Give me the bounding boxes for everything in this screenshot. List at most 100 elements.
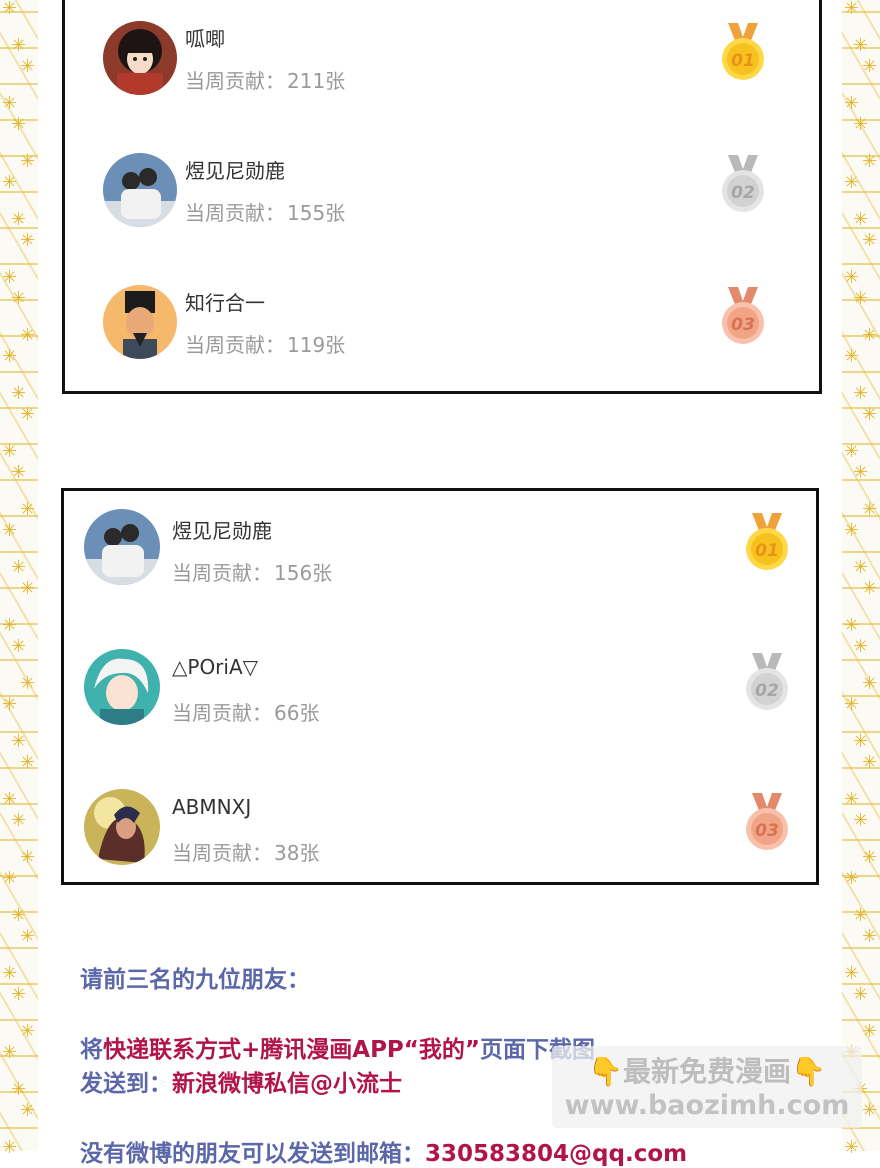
sparkle-icon: ✳ [11, 905, 27, 926]
sparkle-icon: ✳ [11, 209, 27, 230]
sparkle-icon: ✳ [862, 230, 878, 251]
contribution-text: 当周贡献： 66张 [172, 697, 319, 726]
sparkle-icon: ✳ [20, 230, 36, 251]
contribution-text: 当周贡献： 211张 [185, 65, 345, 94]
sparkle-icon: ✳ [862, 56, 878, 77]
sparkle-icon: ✳ [11, 557, 27, 578]
sparkle-icon: ✳ [844, 615, 860, 636]
user-name: ABMNXJ [172, 795, 252, 819]
gold-medal-icon: 01 [744, 513, 790, 577]
sparkle-icon: ✳ [2, 1137, 18, 1158]
sparkle-icon: ✳ [862, 151, 878, 172]
sparkle-icon: ✳ [20, 151, 36, 172]
sparkle-icon: ✳ [11, 288, 27, 309]
notice-line-2: 将快递联系方式+腾讯漫画APP“我的”页面下截图 [80, 1030, 595, 1064]
sparkle-icon: ✳ [862, 499, 878, 520]
sparkle-icon: ✳ [844, 267, 860, 288]
notice-line-3-highlight: 新浪微博私信@小流士 [172, 1071, 402, 1097]
sparkle-icon: ✳ [862, 673, 878, 694]
contribution-count: 211张 [287, 69, 346, 93]
sparkle-icon: ✳ [20, 926, 36, 947]
watermark-title-text: 最新免费漫画 [622, 1055, 791, 1088]
pointing-down-icon: 👇 [791, 1055, 826, 1088]
sparkle-icon: ✳ [844, 963, 860, 984]
notice-line-4-prefix: 没有微博的朋友可以发送到邮箱： [80, 1141, 425, 1167]
medal-rank: 01 [755, 541, 779, 561]
sparkle-icon: ✳ [844, 520, 860, 541]
contribution-label: 当周贡献： [172, 701, 272, 725]
list-item[interactable]: 呱唧 当周贡献： 211张 01 [65, 17, 819, 137]
sparkle-icon: ✳ [11, 114, 27, 135]
bronze-medal-icon: 03 [744, 793, 790, 857]
medal-rank: 02 [731, 183, 755, 203]
sparkle-icon: ✳ [11, 383, 27, 404]
sparkle-icon: ✳ [844, 868, 860, 889]
silver-medal-icon: 02 [720, 155, 766, 219]
avatar[interactable] [84, 649, 160, 725]
avatar[interactable] [103, 285, 177, 359]
contribution-count: 156张 [274, 561, 333, 585]
sparkle-icon: ✳ [862, 752, 878, 773]
sparkle-icon: ✳ [20, 673, 36, 694]
sparkle-icon: ✳ [844, 0, 860, 19]
right-decorative-border: ✳✳✳✳✳✳✳✳✳✳✳✳✳✳✳✳✳✳✳✳✳✳✳✳✳✳✳✳✳✳✳✳✳✳✳✳✳✳✳✳ [842, 0, 880, 1157]
sparkle-icon: ✳ [2, 441, 18, 462]
medal-rank: 01 [731, 51, 755, 71]
bronze-medal-icon: 03 [720, 287, 766, 351]
sparkle-icon: ✳ [20, 1100, 36, 1121]
sparkle-icon: ✳ [11, 731, 27, 752]
sparkle-icon: ✳ [862, 1100, 878, 1121]
avatar[interactable] [84, 789, 160, 865]
sparkle-icon: ✳ [20, 847, 36, 868]
contribution-count: 66张 [274, 701, 320, 725]
avatar[interactable] [103, 153, 177, 227]
sparkle-icon: ✳ [862, 578, 878, 599]
sparkle-icon: ✳ [2, 267, 18, 288]
list-item[interactable]: △POriA▽ 当周贡献： 66张 02 [64, 647, 816, 767]
contribution-label: 当周贡献： [185, 333, 285, 357]
sparkle-icon: ✳ [862, 926, 878, 947]
sparkle-icon: ✳ [853, 288, 869, 309]
sparkle-icon: ✳ [20, 752, 36, 773]
silver-medal-icon: 02 [744, 653, 790, 717]
sparkle-icon: ✳ [844, 789, 860, 810]
notice-heading: 请前三名的九位朋友： [80, 967, 310, 993]
list-item[interactable]: 煜见尼勋鹿 当周贡献： 156张 01 [64, 507, 816, 627]
sparkle-icon: ✳ [853, 557, 869, 578]
sparkle-icon: ✳ [2, 520, 18, 541]
sparkle-icon: ✳ [2, 346, 18, 367]
contribution-text: 当周贡献： 119张 [185, 329, 345, 358]
sparkle-icon: ✳ [853, 209, 869, 230]
notice-email[interactable]: 330583804@qq.com [425, 1141, 687, 1167]
sparkle-icon: ✳ [853, 810, 869, 831]
sparkle-icon: ✳ [11, 984, 27, 1005]
sparkle-icon: ✳ [844, 172, 860, 193]
sparkle-icon: ✳ [2, 0, 18, 19]
watermark-url: www.baozimh.com [564, 1090, 850, 1121]
contribution-text: 当周贡献： 38张 [172, 837, 319, 866]
sparkle-icon: ✳ [844, 441, 860, 462]
sparkle-icon: ✳ [2, 694, 18, 715]
contribution-label: 当周贡献： [185, 201, 285, 225]
sparkle-icon: ✳ [20, 578, 36, 599]
sparkle-icon: ✳ [11, 1079, 27, 1100]
sparkle-icon: ✳ [2, 963, 18, 984]
avatar[interactable] [84, 509, 160, 585]
sparkle-icon: ✳ [20, 1021, 36, 1042]
contribution-count: 155张 [287, 201, 346, 225]
sparkle-icon: ✳ [2, 789, 18, 810]
notice-line-3-prefix: 发送到： [80, 1071, 172, 1097]
contribution-label: 当周贡献： [185, 69, 285, 93]
avatar[interactable] [103, 21, 177, 95]
sparkle-icon: ✳ [20, 404, 36, 425]
list-item[interactable]: ABMNXJ 当周贡献： 38张 03 [64, 787, 816, 907]
contribution-label: 当周贡献： [172, 561, 272, 585]
sparkle-icon: ✳ [11, 462, 27, 483]
list-item[interactable]: 知行合一 当周贡献： 119张 03 [65, 281, 819, 401]
list-item[interactable]: 煜见尼勋鹿 当周贡献： 155张 02 [65, 149, 819, 269]
sparkle-icon: ✳ [853, 114, 869, 135]
sparkle-icon: ✳ [11, 35, 27, 56]
notice-line-2-highlight: 快递联系方式+腾讯漫画APP“我的” [103, 1037, 481, 1063]
user-name: 知行合一 [185, 291, 265, 315]
sparkle-icon: ✳ [862, 404, 878, 425]
